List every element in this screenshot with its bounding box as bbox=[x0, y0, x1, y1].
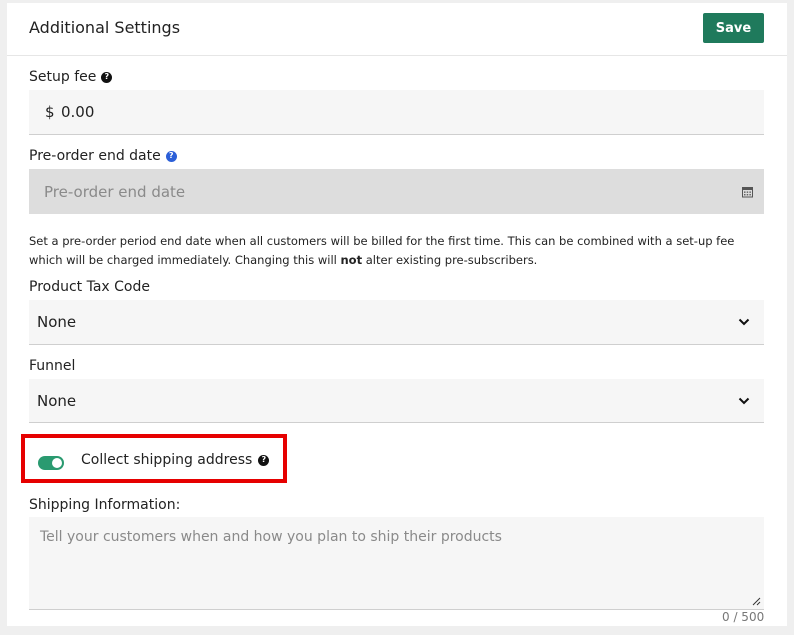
collect-shipping-toggle[interactable] bbox=[38, 456, 64, 470]
additional-settings-card: Additional Settings Save Setup fee ? $ 0… bbox=[7, 3, 787, 626]
tax-code-label-text: Product Tax Code bbox=[29, 279, 150, 295]
calendar-icon[interactable] bbox=[742, 186, 753, 197]
save-button[interactable]: Save bbox=[703, 13, 764, 43]
card-header: Additional Settings Save bbox=[7, 3, 787, 56]
help-text-bold: not bbox=[340, 253, 363, 267]
collect-shipping-label: Collect shipping address ? bbox=[81, 452, 270, 468]
setup-fee-input[interactable]: $ 0.00 bbox=[29, 90, 764, 135]
funnel-select[interactable]: None bbox=[29, 379, 764, 423]
toggle-knob bbox=[52, 458, 62, 468]
setup-fee-label-text: Setup fee bbox=[29, 69, 97, 85]
tax-code-label: Product Tax Code bbox=[29, 279, 150, 295]
shipping-info-label-text: Shipping Information: bbox=[29, 497, 181, 513]
collect-shipping-label-text: Collect shipping address bbox=[81, 452, 253, 468]
setup-fee-label: Setup fee ? bbox=[29, 69, 113, 85]
shipping-info-placeholder: Tell your customers when and how you pla… bbox=[40, 529, 502, 545]
help-icon[interactable]: ? bbox=[101, 71, 113, 83]
preorder-date-input[interactable]: Pre-order end date bbox=[29, 169, 764, 214]
tax-code-select[interactable]: None bbox=[29, 300, 764, 345]
chevron-down-icon bbox=[738, 318, 750, 326]
funnel-label: Funnel bbox=[29, 358, 75, 374]
preorder-label: Pre-order end date ? bbox=[29, 148, 177, 164]
resize-handle-icon[interactable] bbox=[752, 597, 761, 606]
shipping-info-label: Shipping Information: bbox=[29, 497, 180, 513]
preorder-label-text: Pre-order end date bbox=[29, 148, 161, 164]
tax-code-value: None bbox=[37, 313, 77, 331]
help-icon[interactable]: ? bbox=[258, 454, 270, 466]
shipping-info-textarea[interactable]: Tell your customers when and how you pla… bbox=[29, 517, 764, 610]
setup-fee-value: 0.00 bbox=[61, 103, 95, 121]
character-counter: 0 / 500 bbox=[722, 610, 765, 624]
help-text-part-2: alter existing pre-subscribers. bbox=[362, 253, 538, 267]
page-title: Additional Settings bbox=[29, 18, 181, 37]
help-icon[interactable]: ? bbox=[165, 150, 177, 162]
funnel-value: None bbox=[37, 391, 77, 410]
funnel-label-text: Funnel bbox=[29, 358, 76, 374]
currency-symbol: $ bbox=[45, 103, 55, 121]
chevron-down-icon bbox=[738, 397, 750, 404]
preorder-help-text: Set a pre-order period end date when all… bbox=[29, 232, 769, 270]
preorder-placeholder: Pre-order end date bbox=[44, 182, 186, 201]
